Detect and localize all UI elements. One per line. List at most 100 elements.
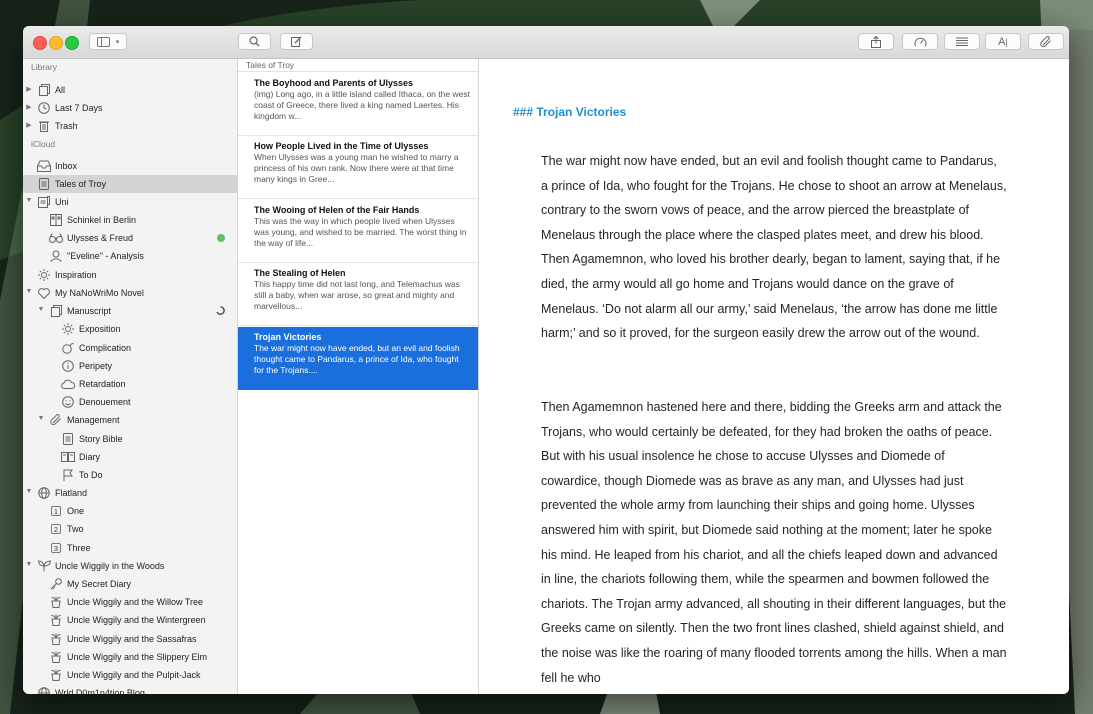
list-icon bbox=[956, 37, 968, 46]
sidebar-item-label: All bbox=[55, 85, 66, 95]
sheet-title: The Stealing of Helen bbox=[254, 268, 346, 279]
gauge-icon bbox=[914, 37, 927, 47]
sidebar-item-label: Complication bbox=[79, 343, 132, 353]
sidebar-item-trash[interactable]: ▶ Trash bbox=[23, 117, 237, 135]
flag-icon bbox=[61, 468, 75, 482]
toolbar: ▾ A| bbox=[23, 26, 1069, 59]
sidebar-item-label: To Do bbox=[79, 470, 103, 480]
disclosure-expanded-icon[interactable]: ▼ bbox=[37, 306, 45, 313]
goals-button[interactable] bbox=[902, 33, 938, 50]
disclosure-expanded-icon[interactable]: ▼ bbox=[25, 488, 33, 495]
share-button[interactable] bbox=[858, 33, 894, 50]
sidebar-item-eveline-analysis[interactable]: "Eveline" - Analysis bbox=[23, 247, 237, 265]
sidebar-item-uni[interactable]: ▼ Uni bbox=[23, 193, 237, 211]
sheet-item[interactable]: The Stealing of Helen This happy time did… bbox=[238, 263, 478, 327]
sidebar-item-uncle-wiggily-and-the-slippery-elm[interactable]: Uncle Wiggily and the Slippery Elm bbox=[23, 648, 237, 666]
disclosure-expanded-icon[interactable]: ▼ bbox=[25, 197, 33, 204]
sidebar-item-label: Last 7 Days bbox=[55, 103, 103, 113]
sheet-title: How People Lived in the Time of Ulysses bbox=[254, 141, 429, 152]
sheet-list-title: Tales of Troy bbox=[238, 59, 478, 72]
zoom-window-button[interactable] bbox=[65, 36, 79, 50]
disclosure-expanded-icon[interactable]: ▼ bbox=[25, 561, 33, 568]
sidebar-item-ulysses-freud[interactable]: Ulysses & Freud bbox=[23, 229, 237, 247]
stack-icon bbox=[37, 83, 51, 97]
share-icon bbox=[871, 35, 881, 48]
editor[interactable]: ### Trojan Victories The war might now h… bbox=[479, 59, 1069, 694]
stack-icon bbox=[49, 304, 63, 318]
sidebar-item-uncle-wiggily-and-the-willow-tree[interactable]: Uncle Wiggily and the Willow Tree bbox=[23, 593, 237, 611]
sidebar-item-inbox[interactable]: Inbox bbox=[23, 157, 237, 175]
sidebar-item-exposition[interactable]: Exposition bbox=[23, 320, 237, 338]
outline-button[interactable] bbox=[944, 33, 980, 50]
sidebar-toggle-button[interactable]: ▾ bbox=[89, 33, 127, 50]
sidebar-item-label: Peripety bbox=[79, 361, 113, 371]
search-button[interactable] bbox=[238, 33, 271, 50]
compose-icon bbox=[291, 36, 302, 47]
sidebar-item-label: Schinkel in Berlin bbox=[67, 215, 137, 225]
sparkle-icon bbox=[61, 322, 75, 336]
sidebar-item-all[interactable]: ▶ All bbox=[23, 81, 237, 99]
number-icon: 2 bbox=[49, 522, 63, 536]
sidebar-item-story-bible[interactable]: Story Bible bbox=[23, 430, 237, 448]
smile-icon bbox=[61, 395, 75, 409]
sidebar-item-to-do[interactable]: To Do bbox=[23, 466, 237, 484]
person-icon bbox=[49, 249, 63, 263]
sidebar-item-schinkel-in-berlin[interactable]: Schinkel in Berlin bbox=[23, 211, 237, 229]
sidebar-item-two[interactable]: 2 Two bbox=[23, 520, 237, 538]
sidebar-item-my-nanowrimo-novel[interactable]: ▼ My NaNoWriMo Novel bbox=[23, 284, 237, 302]
sheet-title: The Wooing of Helen of the Fair Hands bbox=[254, 204, 420, 215]
globe-icon bbox=[37, 486, 51, 500]
sidebar-item-management[interactable]: ▼ Management bbox=[23, 411, 237, 429]
inbox-icon bbox=[37, 159, 51, 173]
sidebar-item-three[interactable]: 3 Three bbox=[23, 539, 237, 557]
plant-icon bbox=[49, 632, 63, 646]
sheet-item[interactable]: Trojan Victories The war might now have e… bbox=[238, 326, 478, 390]
disclosure-collapsed-icon[interactable]: ▶ bbox=[25, 85, 33, 93]
sidebar-item-label: Story Bible bbox=[79, 434, 123, 444]
sidebar-item-manuscript[interactable]: ▼ Manuscript bbox=[23, 302, 237, 320]
minimize-window-button[interactable] bbox=[49, 36, 63, 50]
sidebar-item-label: Exposition bbox=[79, 324, 121, 334]
sheet-list: Tales of Troy The Boyhood and Parents of… bbox=[238, 59, 479, 694]
sidebar-item-uncle-wiggily-and-the-wintergreen[interactable]: Uncle Wiggily and the Wintergreen bbox=[23, 611, 237, 629]
sidebar-item-inspiration[interactable]: Inspiration bbox=[23, 266, 237, 284]
close-window-button[interactable] bbox=[33, 36, 47, 50]
sidebar-item-retardation[interactable]: Retardation bbox=[23, 375, 237, 393]
sidebar-item-one[interactable]: 1 One bbox=[23, 502, 237, 520]
sidebar-item-label: Inbox bbox=[55, 161, 78, 171]
sheet-item[interactable]: The Boyhood and Parents of Ulysses (img) … bbox=[238, 73, 478, 136]
sidebar-item-uncle-wiggily-in-the-woods[interactable]: ▼ Uncle Wiggily in the Woods bbox=[23, 557, 237, 575]
sheet-item[interactable]: The Wooing of Helen of the Fair Hands Thi… bbox=[238, 200, 478, 263]
sidebar-item-denouement[interactable]: Denouement bbox=[23, 393, 237, 411]
sidebar-item-peripety[interactable]: Peripety bbox=[23, 357, 237, 375]
disclosure-collapsed-icon[interactable]: ▶ bbox=[25, 103, 33, 111]
section-header-library: Library bbox=[31, 62, 57, 72]
sidebar-item-wrld-d0m1n4tion-blog[interactable]: Wrld D0m1n4tion Blog bbox=[23, 684, 237, 694]
sidebar-item-label: Manuscript bbox=[67, 306, 112, 316]
disclosure-expanded-icon[interactable]: ▼ bbox=[37, 415, 45, 422]
sidebar-item-tales-of-troy[interactable]: Tales of Troy bbox=[23, 175, 237, 193]
markup-button[interactable]: A| bbox=[985, 33, 1021, 50]
sidebar-item-last-7-days[interactable]: ▶ Last 7 Days bbox=[23, 99, 237, 117]
sidebar-item-label: Ulysses & Freud bbox=[67, 233, 134, 243]
disclosure-collapsed-icon[interactable]: ▶ bbox=[25, 121, 33, 129]
new-sheet-button[interactable] bbox=[280, 33, 313, 50]
sidebar-item-uncle-wiggily-and-the-pulpit-jack[interactable]: Uncle Wiggily and the Pulpit-Jack bbox=[23, 666, 237, 684]
editor-paragraph: The war might now have ended, but an evi… bbox=[541, 154, 1007, 341]
disclosure-expanded-icon[interactable]: ▼ bbox=[25, 288, 33, 295]
glasses-icon bbox=[49, 231, 63, 245]
sidebar-item-uncle-wiggily-and-the-sassafras[interactable]: Uncle Wiggily and the Sassafras bbox=[23, 630, 237, 648]
sidebar-item-diary[interactable]: Diary bbox=[23, 448, 237, 466]
sidebar-item-label: Trash bbox=[55, 121, 78, 131]
sidebar-item-label: Two bbox=[67, 524, 84, 534]
book-icon bbox=[61, 450, 75, 464]
sidebar-item-my-secret-diary[interactable]: My Secret Diary bbox=[23, 575, 237, 593]
sheet-item[interactable]: How People Lived in the Time of Ulysses W… bbox=[238, 136, 478, 200]
attachments-button[interactable] bbox=[1028, 33, 1064, 50]
text-format-icon: A| bbox=[998, 35, 1008, 48]
key-icon bbox=[49, 577, 63, 591]
sidebar-item-flatland[interactable]: ▼ Flatland bbox=[23, 484, 237, 502]
sidebar-item-complication[interactable]: Complication bbox=[23, 339, 237, 357]
sidebar-item-label: Uncle Wiggily and the Wintergreen bbox=[67, 615, 206, 625]
paperclip-icon bbox=[49, 413, 63, 427]
